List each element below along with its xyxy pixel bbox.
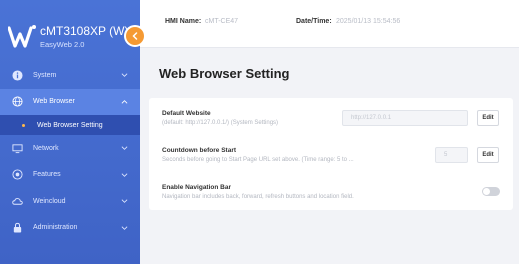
chevron-down-icon xyxy=(121,173,128,177)
countdown-field[interactable]: 5 xyxy=(435,147,468,163)
datetime-value: 2025/01/13 15:54:56 xyxy=(336,18,401,25)
software-version: EasyWeb 2.0 xyxy=(40,40,85,49)
settings-card: Default Website (default: http://127.0.0… xyxy=(149,98,513,210)
chevron-down-icon xyxy=(121,73,128,78)
device-model: cMT3108XP (W) xyxy=(40,24,129,38)
sidebar-item-network[interactable]: Network xyxy=(0,135,140,162)
setting-row-navigation-bar: Enable Navigation Bar Navigation bar inc… xyxy=(149,174,513,210)
sidebar-item-label: Weincloud xyxy=(33,197,66,205)
setting-description: Navigation bar includes back, forward, r… xyxy=(162,194,354,200)
chevron-down-icon xyxy=(121,146,128,151)
sidebar-item-features[interactable]: Features xyxy=(0,162,140,189)
collapse-sidebar-button[interactable] xyxy=(124,25,146,47)
hmi-name-label: HMI Name: xyxy=(165,18,202,25)
sidebar-subitem-web-browser-setting[interactable]: Web Browser Setting xyxy=(0,115,140,135)
navigation-bar-toggle[interactable] xyxy=(482,187,500,196)
sidebar-nav: System Web Browser Web Browser Setting N… xyxy=(0,62,140,241)
sidebar: cMT3108XP (W) EasyWeb 2.0 System Web Bro… xyxy=(0,0,140,264)
setting-row-countdown: Countdown before Start Seconds before go… xyxy=(149,136,513,174)
chevron-down-icon xyxy=(121,226,128,230)
chevron-up-icon xyxy=(121,99,128,104)
top-header: HMI Name: cMT-CE47 Date/Time: 2025/01/13… xyxy=(140,0,519,48)
target-icon xyxy=(12,169,23,180)
active-dot-icon xyxy=(22,123,25,127)
sidebar-item-system[interactable]: System xyxy=(0,62,140,89)
setting-description: (default: http://127.0.0.1/) (System Set… xyxy=(162,120,279,126)
globe-icon xyxy=(12,96,23,107)
lock-icon xyxy=(12,222,23,233)
chevron-down-icon xyxy=(121,199,128,204)
edit-default-website-button[interactable]: Edit xyxy=(477,110,499,126)
sidebar-item-label: Network xyxy=(33,144,59,152)
setting-description: Seconds before going to Start Page URL s… xyxy=(162,157,354,163)
sidebar-item-weincloud[interactable]: Weincloud xyxy=(0,188,140,215)
sidebar-item-web-browser[interactable]: Web Browser xyxy=(0,88,140,115)
setting-label: Default Website xyxy=(162,110,211,117)
brand: cMT3108XP (W) EasyWeb 2.0 xyxy=(7,18,140,58)
monitor-icon xyxy=(12,143,23,154)
default-website-field[interactable]: http://127.0.0.1 xyxy=(342,110,468,126)
info-icon xyxy=(12,70,23,81)
datetime-label: Date/Time: xyxy=(296,18,332,25)
chevron-left-icon xyxy=(132,32,138,40)
sidebar-item-label: Features xyxy=(33,171,61,179)
edit-countdown-button[interactable]: Edit xyxy=(477,147,499,163)
sidebar-item-administration[interactable]: Administration xyxy=(0,215,140,242)
setting-label: Countdown before Start xyxy=(162,147,237,154)
hmi-name-value: cMT-CE47 xyxy=(205,18,239,25)
sidebar-item-label: System xyxy=(33,71,57,79)
setting-label: Enable Navigation Bar xyxy=(162,184,231,191)
toggle-knob xyxy=(483,188,490,195)
weintek-logo-icon xyxy=(7,22,38,50)
page-title: Web Browser Setting xyxy=(159,66,290,81)
sidebar-item-label: Administration xyxy=(33,224,78,232)
sidebar-item-label: Web Browser xyxy=(33,98,75,106)
cloud-icon xyxy=(12,196,23,207)
sidebar-subitem-label: Web Browser Setting xyxy=(37,121,103,129)
setting-row-default-website: Default Website (default: http://127.0.0… xyxy=(149,98,513,136)
